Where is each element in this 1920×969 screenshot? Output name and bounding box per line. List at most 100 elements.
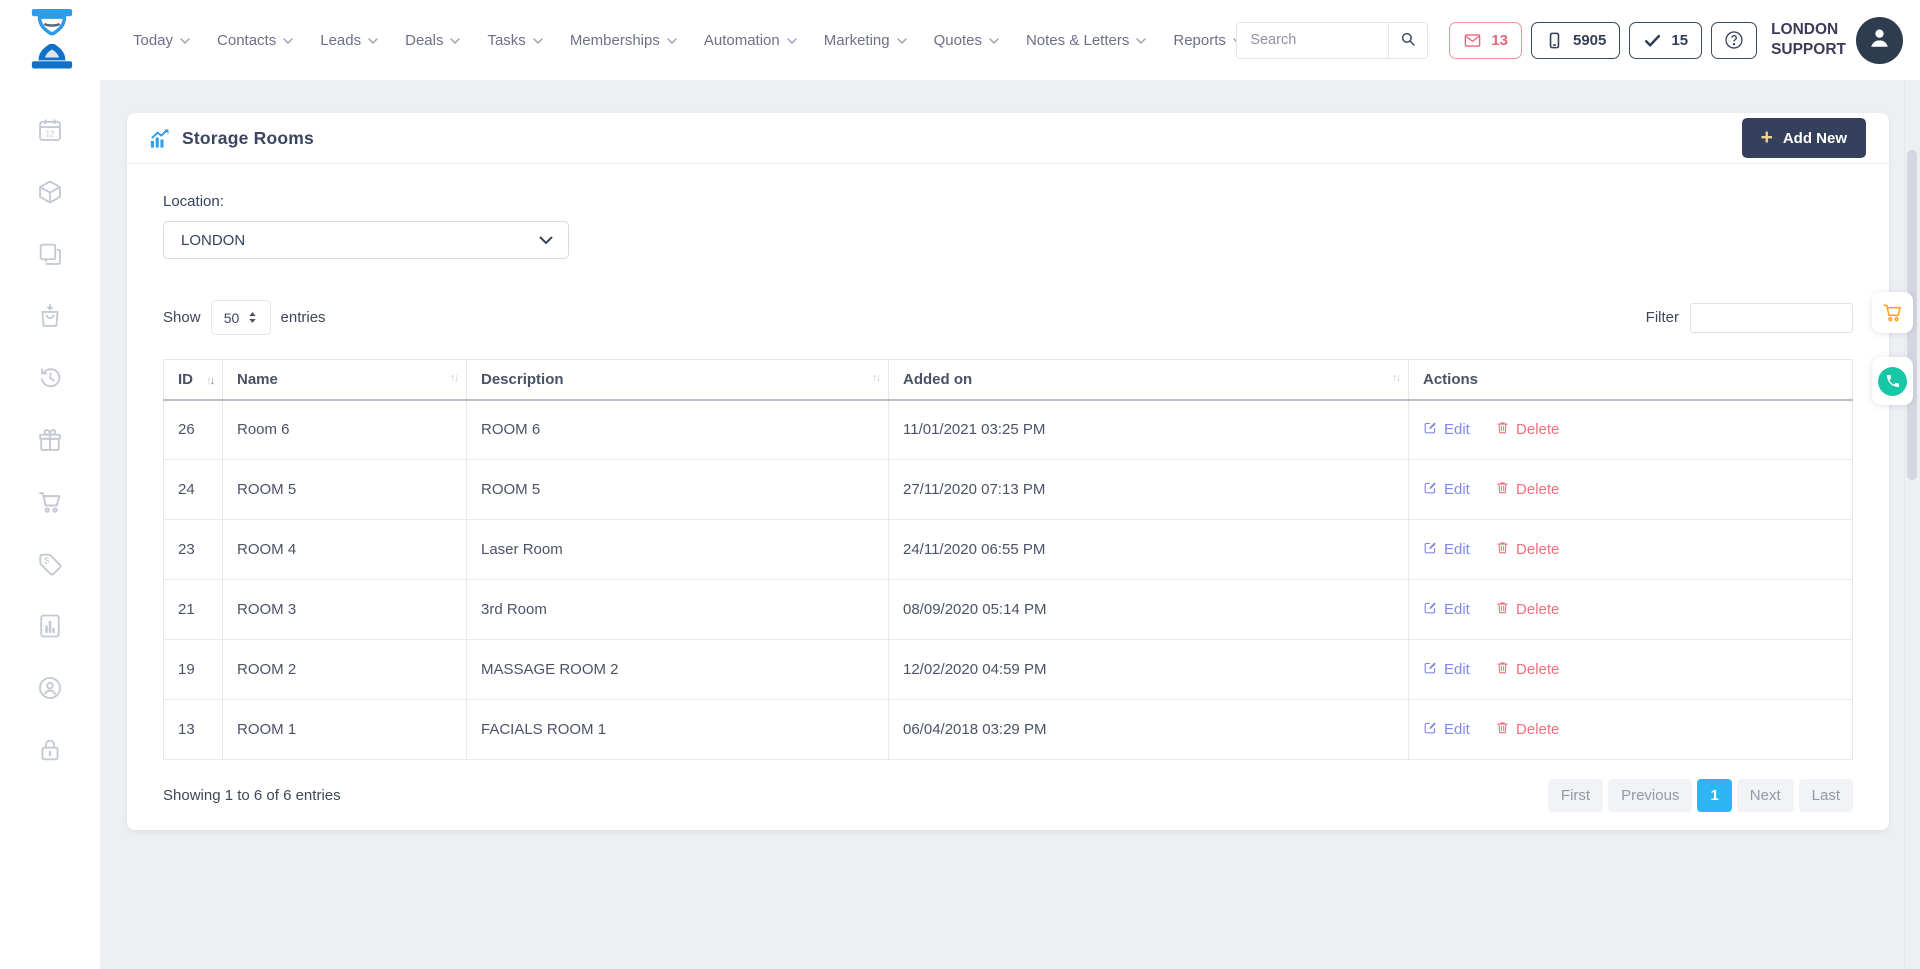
sidebar-item-cube[interactable] xyxy=(36,178,64,206)
indicator-checkmark[interactable]: 15 xyxy=(1629,22,1702,59)
history-icon xyxy=(36,364,64,392)
delete-link[interactable]: Delete xyxy=(1495,660,1559,679)
edit-link[interactable]: Edit xyxy=(1423,540,1470,559)
sort-icon: ↑↓ xyxy=(1392,372,1399,384)
search-button[interactable] xyxy=(1388,22,1428,59)
nav-item-leads[interactable]: Leads xyxy=(320,32,378,49)
cell-description: FACIALS ROOM 1 xyxy=(467,700,889,760)
checkmark-icon xyxy=(1643,31,1662,50)
sidebar-item-cart[interactable] xyxy=(36,488,64,516)
page-btn-1[interactable]: 1 xyxy=(1697,779,1731,812)
cell-actions: Edit Delete xyxy=(1409,580,1853,640)
edit-link[interactable]: Edit xyxy=(1423,720,1470,739)
user-avatar[interactable] xyxy=(1856,17,1903,64)
filter-label: Filter xyxy=(1646,309,1679,326)
svg-text:12: 12 xyxy=(45,129,55,138)
location-select[interactable]: LONDON xyxy=(163,221,569,259)
page-btn-first[interactable]: First xyxy=(1548,779,1603,812)
column-header-id[interactable]: ID ↑↓ xyxy=(164,360,223,400)
gift-icon xyxy=(36,426,64,454)
column-header-name[interactable]: Name ↑↓ xyxy=(223,360,467,400)
fab-phone[interactable] xyxy=(1872,357,1913,405)
plus-icon: + xyxy=(1761,127,1773,148)
help-button[interactable] xyxy=(1711,22,1757,59)
page-btn-next[interactable]: Next xyxy=(1737,779,1794,812)
edit-icon xyxy=(1423,720,1438,739)
page-btn-previous[interactable]: Previous xyxy=(1608,779,1692,812)
sidebar-item-report-chart[interactable] xyxy=(36,612,64,640)
nav-item-contacts[interactable]: Contacts xyxy=(217,32,293,49)
add-new-button[interactable]: + Add New xyxy=(1742,118,1866,158)
fab-cart[interactable] xyxy=(1872,292,1913,333)
nav-item-quotes[interactable]: Quotes xyxy=(934,32,999,49)
chevron-down-icon xyxy=(897,38,907,44)
edit-link[interactable]: Edit xyxy=(1423,420,1470,439)
edit-link[interactable]: Edit xyxy=(1423,660,1470,679)
filter-input[interactable] xyxy=(1690,303,1853,333)
nav-item-today[interactable]: Today xyxy=(133,32,190,49)
main-nav: Today Contacts Leads Deals Tasks Memberships A… xyxy=(133,0,1302,80)
sidebar-item-gift[interactable] xyxy=(36,426,64,454)
nav-item-deals[interactable]: Deals xyxy=(405,32,460,49)
cell-name: ROOM 4 xyxy=(223,520,467,580)
chevron-down-icon xyxy=(787,38,797,44)
delete-link[interactable]: Delete xyxy=(1495,540,1559,559)
cell-name: Room 6 xyxy=(223,400,467,460)
user-circle-icon xyxy=(36,674,64,702)
cell-description: Laser Room xyxy=(467,520,889,580)
table-row: 13 ROOM 1 FACIALS ROOM 1 06/04/2018 03:2… xyxy=(164,700,1853,760)
search-input[interactable] xyxy=(1236,22,1388,59)
scrollbar-track[interactable] xyxy=(1904,80,1920,969)
nav-item-automation[interactable]: Automation xyxy=(704,32,797,49)
show-label: Show xyxy=(163,309,201,326)
nav-item-label: Today xyxy=(133,32,173,49)
nav-item-notes-letters[interactable]: Notes & Letters xyxy=(1026,32,1146,49)
cell-actions: Edit Delete xyxy=(1409,640,1853,700)
delete-link[interactable]: Delete xyxy=(1495,600,1559,619)
edit-link[interactable]: Edit xyxy=(1423,600,1470,619)
nav-item-reports[interactable]: Reports xyxy=(1173,32,1243,49)
topbar-right: 13590515 LONDON SUPPORT xyxy=(1236,0,1903,80)
nav-item-label: Marketing xyxy=(824,32,890,49)
app-logo[interactable] xyxy=(28,9,76,71)
location-label: Location: xyxy=(163,193,1853,210)
trash-icon xyxy=(1495,540,1510,559)
delete-link[interactable]: Delete xyxy=(1495,420,1559,439)
page-size-select[interactable]: 50 xyxy=(211,300,271,335)
nav-item-tasks[interactable]: Tasks xyxy=(487,32,542,49)
calendar-icon: 12 xyxy=(36,116,64,144)
edit-link[interactable]: Edit xyxy=(1423,480,1470,499)
column-header-added-on[interactable]: Added on ↑↓ xyxy=(889,360,1409,400)
indicator-envelope[interactable]: 13 xyxy=(1449,22,1522,59)
cell-description: ROOM 5 xyxy=(467,460,889,520)
copy-icon xyxy=(36,240,64,268)
indicator-smartphone[interactable]: 5905 xyxy=(1531,22,1620,59)
cell-id: 21 xyxy=(164,580,223,640)
delete-link[interactable]: Delete xyxy=(1495,480,1559,499)
cell-actions: Edit Delete xyxy=(1409,400,1853,460)
sidebar-item-copy[interactable] xyxy=(36,240,64,268)
sidebar-item-shopping-bag[interactable] xyxy=(36,302,64,330)
trash-icon xyxy=(1495,720,1510,739)
global-search xyxy=(1236,22,1428,59)
sidebar-item-user-circle[interactable] xyxy=(36,674,64,702)
sidebar-item-calendar[interactable]: 12 xyxy=(36,116,64,144)
sidebar: 12 $ xyxy=(0,80,100,969)
sidebar-item-lock[interactable] xyxy=(36,736,64,764)
page-btn-last[interactable]: Last xyxy=(1799,779,1853,812)
pagination: FirstPrevious1NextLast xyxy=(1548,779,1853,812)
cell-id: 23 xyxy=(164,520,223,580)
trash-icon xyxy=(1495,660,1510,679)
cell-added-on: 24/11/2020 06:55 PM xyxy=(889,520,1409,580)
trash-icon xyxy=(1495,480,1510,499)
chart-growth-icon xyxy=(148,127,171,150)
nav-item-memberships[interactable]: Memberships xyxy=(570,32,677,49)
nav-item-marketing[interactable]: Marketing xyxy=(824,32,907,49)
sidebar-item-price-tag[interactable]: $ xyxy=(36,550,64,578)
delete-link[interactable]: Delete xyxy=(1495,720,1559,739)
column-header-description[interactable]: Description ↑↓ xyxy=(467,360,889,400)
sidebar-item-history[interactable] xyxy=(36,364,64,392)
smartphone-icon xyxy=(1545,31,1564,50)
cell-added-on: 08/09/2020 05:14 PM xyxy=(889,580,1409,640)
cart-icon xyxy=(1881,301,1904,324)
